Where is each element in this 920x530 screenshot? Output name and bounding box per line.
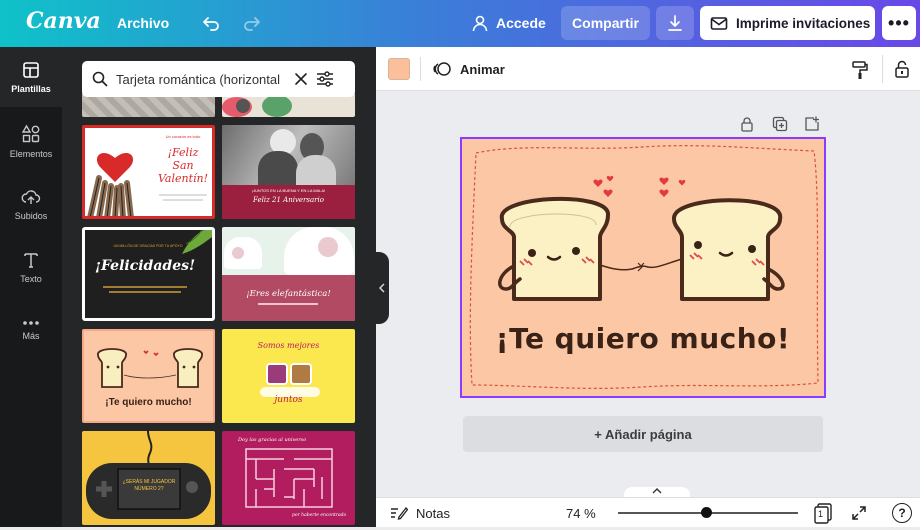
te-quiero-thumb-title: ¡Te quiero mucho!: [105, 397, 192, 408]
more-options-button[interactable]: •••: [882, 6, 916, 40]
design-heading[interactable]: ¡Te quiero mucho!: [462, 322, 824, 355]
nav-item-text[interactable]: Texto: [0, 237, 62, 297]
collapse-panel-button[interactable]: [375, 252, 389, 324]
notes-label[interactable]: Notas: [416, 506, 450, 521]
duplicate-page-icon[interactable]: [772, 116, 788, 137]
hearts-left: [593, 175, 614, 197]
template-thumb-valentine[interactable]: Un corazón es todo ¡Feliz San Valentín!: [82, 125, 215, 219]
envelope-icon: [710, 17, 728, 30]
user-icon[interactable]: [469, 12, 491, 34]
background-color-swatch[interactable]: [388, 58, 410, 80]
left-nav: Plantillas Elementos Subidos Texto Más: [0, 47, 62, 527]
nav-item-elements[interactable]: Elementos: [0, 111, 62, 171]
template-thumb-elephant[interactable]: ¡Eres elefantástica!: [222, 227, 355, 321]
zoom-level[interactable]: 74 %: [566, 506, 596, 521]
template-thumb-juntos[interactable]: Somos mejores juntos: [222, 329, 355, 423]
top-bar: Canva Archivo Accede Compartir Imprime i…: [0, 0, 920, 47]
editor-toolbar: Animar: [376, 47, 920, 91]
help-button[interactable]: ?: [892, 503, 912, 523]
template-thumb-felicidades[interactable]: UN MILLÓN DE GRACIAS POR TU APOYO ¡Felic…: [82, 227, 215, 321]
filter-icon[interactable]: [316, 71, 334, 87]
juntos-title-1: Somos mejores: [257, 341, 320, 350]
template-thumb-anniversary[interactable]: ¡JUNTOS EN LA BUENA Y EN LA MALA! Feliz …: [222, 125, 355, 219]
chevron-left-icon: [379, 283, 385, 293]
nav-label-text: Texto: [20, 273, 42, 284]
clear-search-icon[interactable]: [294, 72, 308, 86]
juntos-title-2: juntos: [274, 395, 303, 405]
maze-footer: por haberte encontrado: [292, 513, 347, 518]
valentine-title-3: Valentín!: [157, 172, 209, 185]
valentine-small: Un corazón es todo: [165, 134, 201, 139]
page-count-icon[interactable]: 1: [813, 503, 832, 524]
canva-logo[interactable]: Canva: [26, 8, 101, 34]
nav-label-uploads: Subidos: [14, 210, 48, 221]
felicidades-title: ¡Felicidades!: [94, 258, 196, 274]
valentine-title-1: ¡Feliz: [167, 146, 199, 159]
elephant-title: ¡Eres elefantástica!: [246, 289, 331, 299]
chevron-up-icon: [652, 488, 662, 494]
download-button[interactable]: [656, 6, 694, 40]
notes-icon[interactable]: [390, 505, 409, 526]
nav-item-templates[interactable]: Plantillas: [0, 47, 62, 107]
search-bar[interactable]: [82, 61, 355, 97]
nav-label-elements: Elementos: [9, 148, 53, 159]
animate-label: Animar: [460, 61, 505, 77]
more-icon: [23, 320, 39, 325]
anniversary-title: Feliz 21 Aniversario: [253, 196, 324, 204]
template-thumb-maze[interactable]: Doy las gracias al universo por haberte …: [222, 431, 355, 525]
anniversary-small: ¡JUNTOS EN LA BUENA Y EN LA MALA!: [251, 188, 326, 193]
search-input[interactable]: [116, 71, 286, 87]
page-lock-icon[interactable]: [740, 116, 754, 137]
search-icon: [92, 71, 108, 87]
elements-icon: [21, 124, 40, 142]
page-count: 1: [818, 509, 824, 519]
felicidades-small: UN MILLÓN DE GRACIAS POR TU APOYO: [113, 244, 183, 248]
text-icon: [24, 252, 38, 268]
design-canvas[interactable]: ¡Te quiero mucho!: [460, 137, 826, 398]
download-icon: [668, 15, 682, 31]
print-invitations-button[interactable]: Imprime invitaciones: [700, 6, 875, 40]
undo-icon[interactable]: [200, 12, 222, 34]
animate-icon: [433, 62, 451, 76]
hearts-right: [659, 177, 686, 197]
maze-title: Doy las gracias al universo: [238, 437, 307, 443]
valentine-title-2: San: [172, 159, 194, 172]
nav-label-more: Más: [22, 330, 40, 341]
fullscreen-icon[interactable]: [851, 505, 867, 526]
animate-button[interactable]: Animar: [432, 60, 505, 78]
lock-icon[interactable]: [893, 59, 911, 84]
archivo-menu[interactable]: Archivo: [117, 15, 169, 31]
nav-item-more[interactable]: Más: [0, 300, 62, 360]
paint-roller-icon[interactable]: [851, 60, 869, 85]
upload-icon: [21, 189, 41, 204]
zoom-slider-knob[interactable]: [700, 507, 712, 518]
redo-icon[interactable]: [241, 12, 263, 34]
add-page-button[interactable]: + Añadir página: [463, 416, 823, 452]
gamepad-line-1: ¿SERÁS MI JUGADOR: [122, 479, 176, 485]
templates-panel: Un corazón es todo ¡Feliz San Valentín! …: [62, 47, 376, 527]
add-page-icon[interactable]: [804, 116, 820, 137]
share-button[interactable]: Compartir: [561, 6, 650, 40]
nav-label-templates: Plantillas: [11, 83, 51, 94]
template-thumb-te-quiero[interactable]: ¡Te quiero mucho!: [82, 329, 215, 423]
print-invitations-label: Imprime invitaciones: [736, 15, 871, 31]
templates-icon: [23, 61, 39, 78]
nav-item-uploads[interactable]: Subidos: [0, 174, 62, 234]
template-thumb-gamepad[interactable]: ¿SERÁS MI JUGADOR NÚMERO 2?: [82, 431, 215, 525]
accede-link[interactable]: Accede: [496, 15, 546, 31]
gamepad-line-2: NÚMERO 2?: [134, 486, 164, 492]
